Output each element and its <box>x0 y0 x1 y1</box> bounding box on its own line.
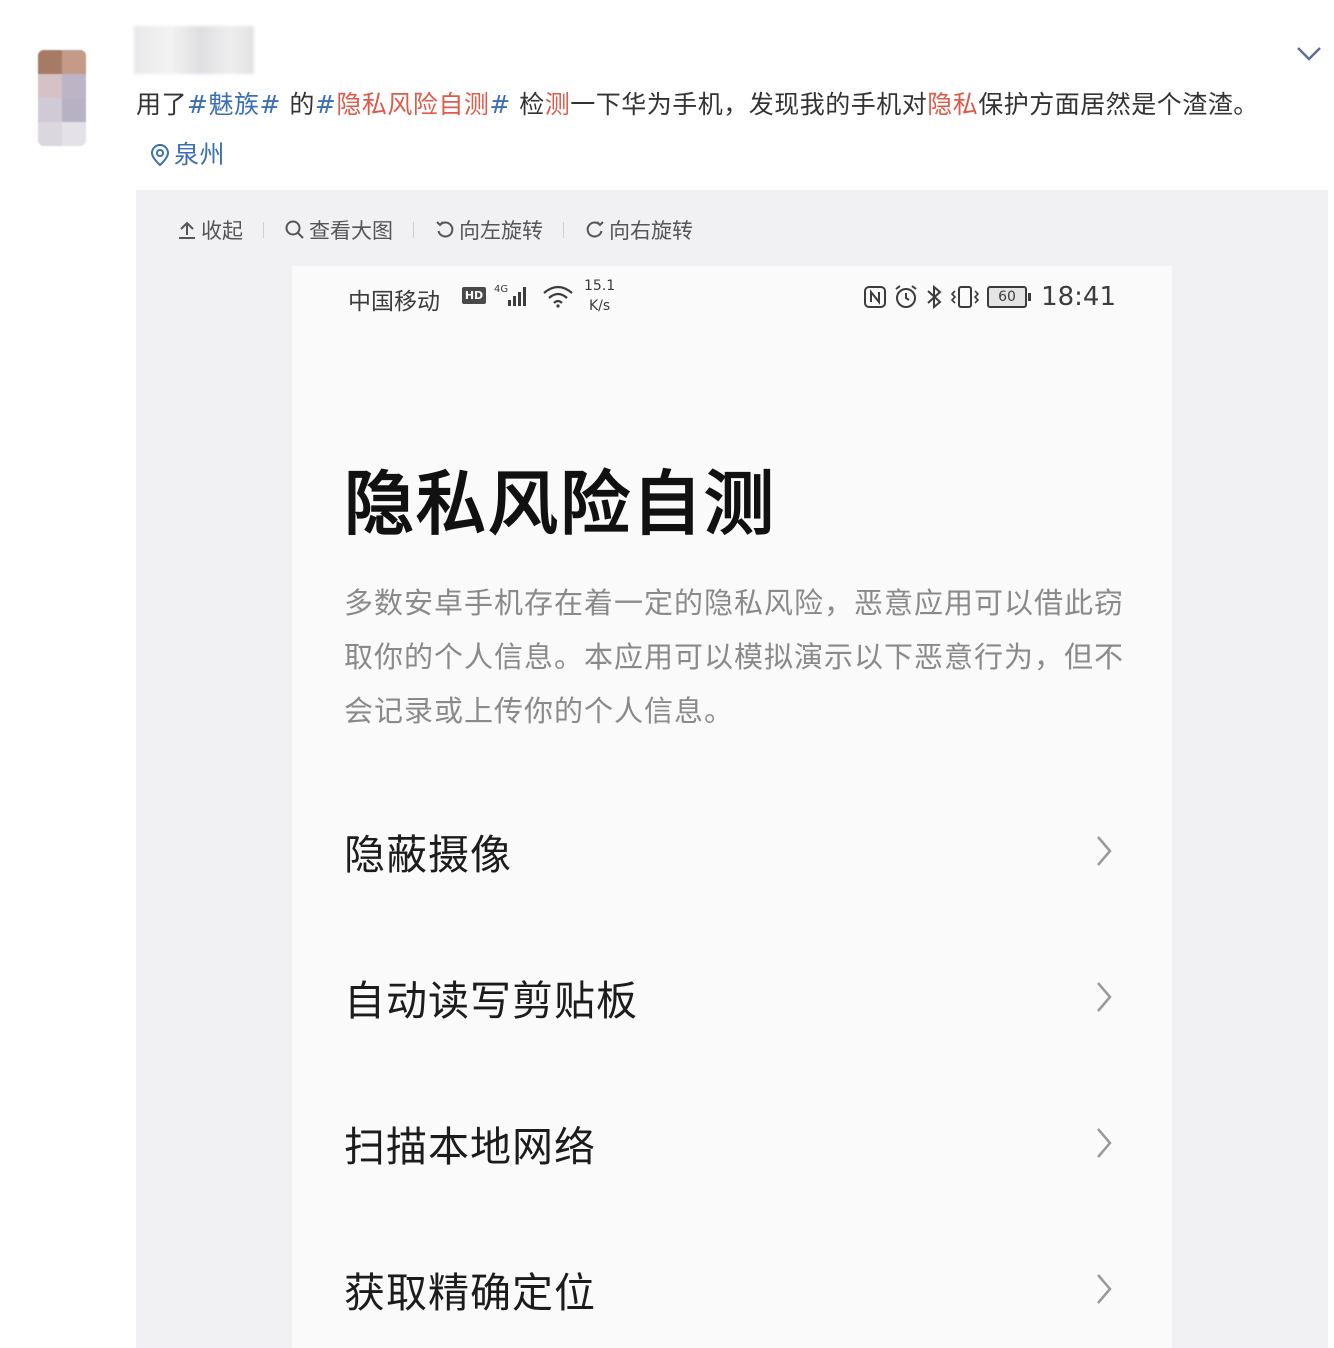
menu-item-label: 自动读写剪贴板 <box>344 977 638 1025</box>
clock-time: 18:41 <box>1041 282 1116 312</box>
wifi-icon <box>542 284 574 314</box>
rotate-right-label: 向右旋转 <box>609 219 693 243</box>
collapse-icon <box>179 221 195 239</box>
user-avatar[interactable] <box>38 50 86 146</box>
collapse-label: 收起 <box>201 219 243 243</box>
menu-item-network-scan[interactable]: 扫描本地网络 <box>292 1070 1172 1216</box>
chevron-down-icon[interactable] <box>1294 40 1324 66</box>
phone-screenshot[interactable]: 中国移动 HD 4G 15.1 K/s 60 18:41 隐私风险自测 多数安卓… <box>292 266 1172 1348</box>
rotate-left-label: 向左旋转 <box>459 219 543 243</box>
image-toolbar: 收起 查看大图 向左旋转 向右旋转 <box>176 214 693 246</box>
menu-item-label: 隐蔽摄像 <box>344 831 512 879</box>
username-blurred[interactable] <box>134 26 254 74</box>
bluetooth-icon <box>927 284 942 310</box>
rotate-right-icon <box>586 221 604 238</box>
post-text-segment: 用了 <box>136 90 188 119</box>
post-text-segment: 的 <box>280 90 315 119</box>
alarm-icon <box>895 285 917 308</box>
toolbar-divider <box>563 222 564 238</box>
rotate-left-icon <box>436 221 454 238</box>
chevron-right-icon <box>1097 836 1112 866</box>
post-text-segment: 检 <box>510 90 545 119</box>
hashtag-privacy-test[interactable]: #隐私风险自测# <box>315 90 511 119</box>
hashtag-hash: # <box>314 90 337 119</box>
svg-text:4G: 4G <box>494 284 508 295</box>
feature-list: 隐蔽摄像 自动读写剪贴板 扫描本地网络 获取精确定位 <box>292 778 1172 1348</box>
speed-unit: K/s <box>588 298 611 314</box>
hashtag-keyword: 隐私风险自测 <box>336 90 490 119</box>
toolbar-divider <box>413 222 414 238</box>
search-icon <box>285 220 304 239</box>
image-viewer: 收起 查看大图 向左旋转 向右旋转 中国移动 HD 4G 15.1 K/s 60… <box>136 190 1328 1348</box>
hd-badge: HD <box>462 287 486 304</box>
post-text-segment: 一下华为手机，发现我的手机对 <box>570 90 928 119</box>
carrier-name: 中国移动 <box>348 289 440 315</box>
menu-item-clipboard[interactable]: 自动读写剪贴板 <box>292 924 1172 1070</box>
keyword-highlight: 测 <box>544 90 571 119</box>
chevron-right-icon <box>1097 982 1112 1012</box>
nfc-icon <box>864 286 887 308</box>
post-text-segment: 保护方面居然是个渣渣。 <box>978 90 1259 119</box>
location-label: 泉州 <box>174 140 226 169</box>
status-right-group: 60 18:41 <box>863 282 1116 312</box>
chevron-right-icon <box>1097 1128 1112 1158</box>
page-description: 多数安卓手机存在着一定的隐私风险，恶意应用可以借此窃取你的个人信息。本应用可以模… <box>344 586 1125 728</box>
menu-item-precise-location[interactable]: 获取精确定位 <box>292 1216 1172 1348</box>
hashtag-hash: # <box>489 90 511 119</box>
rotate-left-button[interactable]: 向左旋转 <box>434 215 543 245</box>
battery-icon: 60 <box>987 286 1032 308</box>
signal-icon: 4G <box>494 282 534 314</box>
chevron-right-icon <box>1097 1274 1112 1304</box>
location-link[interactable]: 泉州 <box>150 130 225 180</box>
rotate-right-button[interactable]: 向右旋转 <box>584 215 693 245</box>
collapse-button[interactable]: 收起 <box>176 215 243 245</box>
location-pin-icon <box>150 143 170 167</box>
menu-item-label: 获取精确定位 <box>344 1269 596 1317</box>
view-large-button[interactable]: 查看大图 <box>284 215 393 245</box>
post-text: 用了#魅族# 的#隐私风险自测# 检测一下华为手机，发现我的手机对隐私保护方面居… <box>136 80 1296 184</box>
toolbar-divider <box>263 222 264 238</box>
menu-item-label: 扫描本地网络 <box>344 1123 596 1171</box>
keyword-highlight: 隐私 <box>927 90 979 119</box>
status-bar: 中国移动 HD 4G 15.1 K/s 60 18:41 <box>292 266 1172 330</box>
network-speed: 15.1 K/s <box>584 276 615 316</box>
battery-level: 60 <box>998 289 1016 305</box>
speed-value: 15.1 <box>584 278 616 294</box>
view-large-label: 查看大图 <box>309 219 393 243</box>
page-title: 隐私风险自测 <box>344 463 776 545</box>
menu-item-hidden-camera[interactable]: 隐蔽摄像 <box>292 778 1172 924</box>
hashtag-meizu[interactable]: #魅族# <box>187 90 281 119</box>
vibrate-icon <box>950 286 980 308</box>
